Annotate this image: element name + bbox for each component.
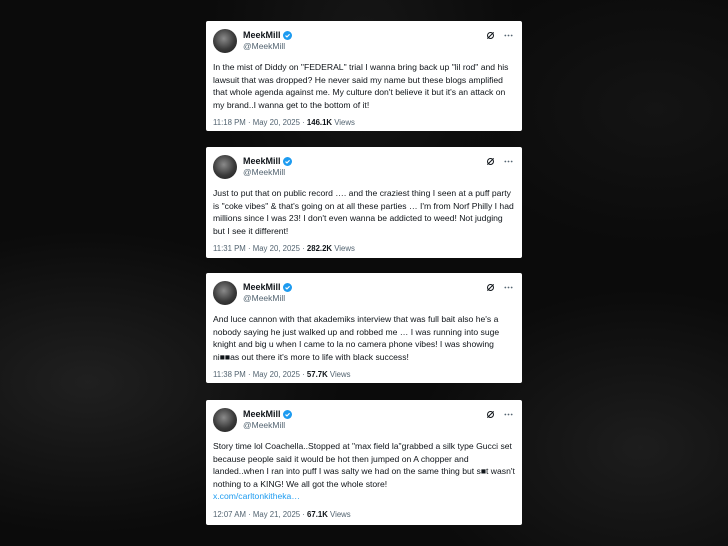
verified-badge-icon [282, 157, 292, 166]
author-block: MeekMill @MeekMill [243, 409, 292, 431]
grok-icon[interactable] [486, 283, 495, 292]
view-count: 282.2K [306, 244, 333, 253]
views-label: Views [332, 118, 355, 127]
tweet-header: MeekMill @MeekMill [213, 27, 515, 55]
tweet-meta: 11:31 PM · May 20, 2025 · 282.2K Views [213, 244, 515, 253]
author-name[interactable]: MeekMill [243, 30, 281, 41]
author-handle[interactable]: @MeekMill [243, 167, 292, 178]
avatar[interactable] [213, 281, 237, 305]
tweet-card[interactable]: MeekMill @MeekMill Story time lol Coache… [206, 400, 522, 525]
tweet-timestamp[interactable]: 12:07 AM · May 21, 2025 · [213, 510, 307, 519]
author-handle[interactable]: @MeekMill [243, 41, 292, 52]
avatar[interactable] [213, 29, 237, 53]
tweet-header: MeekMill @MeekMill [213, 153, 515, 181]
author-handle[interactable]: @MeekMill [243, 420, 292, 431]
tweet-timestamp[interactable]: 11:38 PM · May 20, 2025 · [213, 370, 307, 379]
tweet-link[interactable]: x.com/carltonkitheka… [213, 490, 515, 503]
view-count: 146.1K [306, 118, 333, 127]
tweet-header: MeekMill @MeekMill [213, 279, 515, 307]
tweet-meta: 11:38 PM · May 20, 2025 · 57.7K Views [213, 370, 515, 379]
tweet-card[interactable]: MeekMill @MeekMill And luce cannon with … [206, 273, 522, 383]
author-handle[interactable]: @MeekMill [243, 293, 292, 304]
views-label: Views [332, 244, 355, 253]
more-options-icon[interactable] [504, 283, 513, 292]
author-name[interactable]: MeekMill [243, 156, 281, 167]
tweet-header: MeekMill @MeekMill [213, 406, 515, 434]
view-count: 67.1K [307, 509, 328, 519]
more-options-icon[interactable] [504, 157, 513, 166]
author-block: MeekMill @MeekMill [243, 282, 292, 304]
view-count: 57.7K [306, 370, 328, 379]
grok-icon[interactable] [486, 157, 495, 166]
tweet-meta: 11:18 PM · May 20, 2025 · 146.1K Views [213, 118, 515, 127]
tweet-text: Just to put that on public record …. and… [213, 188, 514, 236]
verified-badge-icon [282, 283, 292, 292]
verified-badge-icon [282, 31, 292, 40]
tweet-actions [486, 410, 513, 419]
tweet-text: And luce cannon with that akademiks inte… [213, 314, 500, 362]
tweet-actions [486, 283, 513, 292]
grok-icon[interactable] [486, 31, 495, 40]
tweet-timestamp[interactable]: 11:18 PM · May 20, 2025 · [213, 118, 307, 127]
views-label: Views [327, 370, 351, 379]
tweet-actions [486, 157, 513, 166]
tweet-card[interactable]: MeekMill @MeekMill In the mist of Diddy … [206, 21, 522, 131]
author-name[interactable]: MeekMill [243, 409, 281, 420]
views-label: Views [327, 509, 351, 519]
more-options-icon[interactable] [504, 410, 513, 419]
tweet-text: Story time lol Coachella..Stopped at "ma… [213, 441, 515, 489]
author-block: MeekMill @MeekMill [243, 30, 292, 52]
tweet-text: In the mist of Diddy on "FEDERAL" trial … [213, 62, 509, 110]
grok-icon[interactable] [486, 410, 495, 419]
author-block: MeekMill @MeekMill [243, 156, 292, 178]
tweet-meta: 12:07 AM · May 21, 2025 · 67.1K Views [213, 510, 515, 519]
tweet-actions [486, 31, 513, 40]
avatar[interactable] [213, 408, 237, 432]
author-name[interactable]: MeekMill [243, 282, 281, 293]
verified-badge-icon [282, 410, 292, 419]
avatar[interactable] [213, 155, 237, 179]
more-options-icon[interactable] [504, 31, 513, 40]
tweet-card[interactable]: MeekMill @MeekMill Just to put that on p… [206, 147, 522, 258]
tweet-timestamp[interactable]: 11:31 PM · May 20, 2025 · [213, 244, 307, 253]
